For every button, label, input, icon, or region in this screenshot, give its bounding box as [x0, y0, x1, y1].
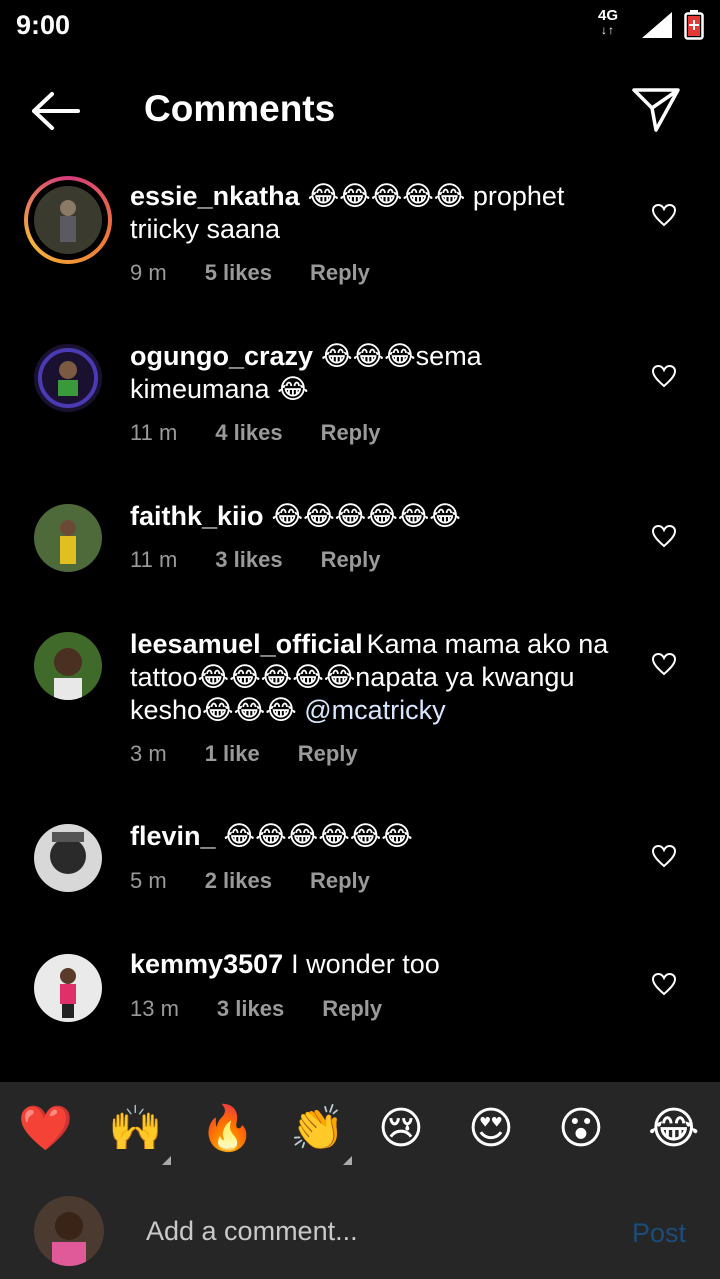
story-ring[interactable]	[24, 176, 112, 264]
network-indicator: 4G ↓↑	[598, 8, 618, 38]
comment-time: 5 m	[130, 868, 167, 893]
comment-text: faithk_kiio 😂😂😂😂😂😂	[130, 500, 620, 533]
reply-button[interactable]: Reply	[310, 260, 370, 285]
comment-body: 😂😂😂😂😂😂	[223, 821, 413, 851]
comment-username[interactable]: ogungo_crazy	[130, 341, 313, 371]
arrow-left-icon	[32, 92, 80, 130]
comment-meta: 5 m 2 likes Reply	[130, 868, 408, 894]
paper-plane-icon	[632, 88, 680, 132]
comment-meta: 3 m 1 like Reply	[130, 741, 396, 767]
battery-icon	[684, 10, 704, 40]
skin-tone-indicator	[162, 1156, 171, 1165]
heart-emoji-button[interactable]: ❤️	[18, 1104, 73, 1154]
signal-icon	[642, 12, 672, 38]
reply-button[interactable]: Reply	[322, 996, 382, 1021]
likes-count[interactable]: 1 like	[205, 741, 260, 766]
comment-meta: 11 m 3 likes Reply	[130, 547, 418, 573]
comment-body: 😂😂😂😂😂😂	[271, 501, 461, 531]
comment-username[interactable]: essie_nkatha	[130, 181, 300, 211]
status-bar: 9:00 4G ↓↑	[0, 0, 720, 50]
comment-username[interactable]: faithk_kiio	[130, 501, 264, 531]
heart-outline-icon[interactable]	[651, 972, 677, 996]
comment-body: I wonder too	[291, 949, 440, 979]
comment-text: ogungo_crazy 😂😂😂sema kimeumana 😂	[130, 340, 620, 406]
avatar[interactable]	[34, 632, 102, 700]
comment-meta: 9 m 5 likes Reply	[130, 260, 408, 286]
likes-count[interactable]: 4 likes	[215, 420, 282, 445]
heart-outline-icon[interactable]	[651, 844, 677, 868]
comment-compose-bar: Post	[0, 1182, 720, 1279]
heart-outline-icon[interactable]	[651, 364, 677, 388]
comment-mention[interactable]: @mcatricky	[304, 695, 445, 725]
post-button[interactable]: Post	[632, 1218, 686, 1249]
likes-count[interactable]: 5 likes	[205, 260, 272, 285]
comment-username[interactable]: leesamuel_official	[130, 629, 363, 659]
status-time: 9:00	[16, 10, 71, 40]
likes-count[interactable]: 3 likes	[215, 547, 282, 572]
likes-count[interactable]: 3 likes	[217, 996, 284, 1021]
comment-text: kemmy3507 I wonder too	[130, 948, 620, 981]
skin-tone-indicator	[343, 1156, 352, 1165]
comment-text: leesamuel_official Kama mama ako na tatto…	[130, 628, 620, 727]
comment-time: 13 m	[130, 996, 179, 1021]
heart-eyes-emoji-button[interactable]: 😍	[468, 1104, 514, 1154]
likes-count[interactable]: 2 likes	[205, 868, 272, 893]
current-user-avatar	[34, 1196, 104, 1266]
comment-text: essie_nkatha 😂😂😂😂😂 prophet triicky saana	[130, 180, 620, 246]
avatar[interactable]	[34, 824, 102, 892]
comment-time: 3 m	[130, 741, 167, 766]
page-title: Comments	[144, 88, 336, 129]
crying-emoji-button[interactable]: 😢	[378, 1104, 424, 1154]
heart-outline-icon[interactable]	[651, 652, 677, 676]
network-type: 4G	[598, 7, 619, 24]
reply-button[interactable]: Reply	[310, 868, 370, 893]
comment-time: 11 m	[130, 547, 178, 572]
avatar[interactable]	[34, 344, 102, 412]
comment-username[interactable]: kemmy3507	[130, 949, 283, 979]
fire-emoji-button[interactable]: 🔥	[200, 1104, 255, 1154]
avatar[interactable]	[34, 504, 102, 572]
comment-meta: 13 m 3 likes Reply	[130, 996, 420, 1022]
clap-emoji-button[interactable]: 👏	[290, 1104, 345, 1154]
raised-hands-emoji-button[interactable]: 🙌	[108, 1104, 163, 1154]
heart-outline-icon[interactable]	[651, 203, 677, 227]
comment-input[interactable]	[144, 1210, 608, 1252]
laughing-emoji-button[interactable]: 😂	[648, 1104, 699, 1154]
network-arrows: ↓↑	[601, 23, 615, 37]
reply-button[interactable]: Reply	[298, 741, 358, 766]
comment-meta: 11 m 4 likes Reply	[130, 420, 418, 446]
emoji-reaction-bar: ❤️ 🙌 🔥 👏 😢 😍 😮 😂	[0, 1082, 720, 1182]
avatar[interactable]	[34, 954, 102, 1022]
heart-outline-icon[interactable]	[651, 524, 677, 548]
comment-time: 11 m	[130, 420, 178, 445]
comment-text: flevin_ 😂😂😂😂😂😂	[130, 820, 620, 853]
reply-button[interactable]: Reply	[321, 547, 381, 572]
comment-username[interactable]: flevin_	[130, 821, 216, 851]
back-button[interactable]	[28, 90, 84, 132]
header: Comments	[0, 70, 720, 150]
reply-button[interactable]: Reply	[321, 420, 381, 445]
surprised-emoji-button[interactable]: 😮	[558, 1104, 604, 1154]
avatar	[34, 186, 102, 254]
share-button[interactable]	[630, 84, 682, 134]
comment-time: 9 m	[130, 260, 167, 285]
